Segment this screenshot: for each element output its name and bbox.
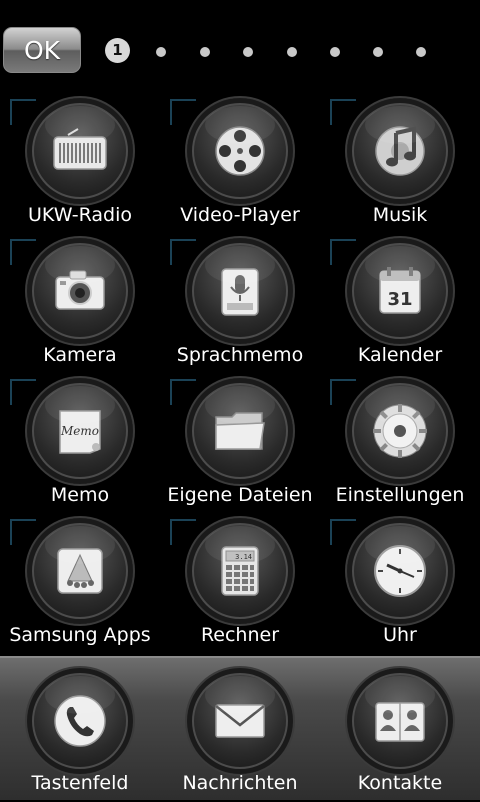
selection-bracket [330, 99, 356, 125]
radio-icon [27, 98, 133, 204]
app-label: Video-Player [180, 204, 300, 226]
app-label: Einstellungen [335, 484, 465, 506]
selection-bracket [10, 519, 36, 545]
app-label: Samsung Apps [9, 624, 151, 646]
page-dot[interactable] [373, 47, 383, 57]
calendar-day-text: 31 [387, 289, 412, 310]
dock-label: Nachrichten [182, 772, 298, 794]
selection-bracket [170, 519, 196, 545]
gear-icon [347, 378, 453, 484]
selection-bracket [330, 519, 356, 545]
phone-icon [27, 668, 133, 774]
dock-label: Tastenfeld [31, 772, 129, 794]
app-label: Uhr [383, 624, 417, 646]
app-uhr[interactable]: Uhr [320, 512, 480, 652]
app-rechner[interactable]: 3.14 Rechner [160, 512, 320, 652]
page-dot[interactable] [287, 47, 297, 57]
app-label: Memo [50, 484, 110, 506]
app-einstellungen[interactable]: Einstellungen [320, 372, 480, 512]
selection-bracket [330, 379, 356, 405]
calendar-icon: 31 [347, 238, 453, 344]
app-ukw-radio[interactable]: UKW-Radio [0, 92, 160, 232]
app-eigene-dateien[interactable]: Eigene Dateien [160, 372, 320, 512]
app-samsung-apps[interactable]: Samsung Apps [0, 512, 160, 652]
app-label: Kamera [43, 344, 117, 366]
page-dot[interactable] [200, 47, 210, 57]
dock-nachrichten[interactable]: Nachrichten [160, 662, 320, 802]
apps-store-icon [27, 518, 133, 624]
music-note-icon [347, 98, 453, 204]
envelope-icon [187, 668, 293, 774]
contacts-book-icon [347, 668, 453, 774]
app-video-player[interactable]: Video-Player [160, 92, 320, 232]
page-dot[interactable] [156, 47, 166, 57]
selection-bracket [10, 379, 36, 405]
app-memo[interactable]: Memo Memo [0, 372, 160, 512]
page-dot-current[interactable]: 1 [105, 38, 130, 63]
app-grid: UKW-Radio Video-Player Musik Kamera Spra… [0, 92, 480, 652]
page-dot[interactable] [416, 47, 426, 57]
app-musik[interactable]: Musik [320, 92, 480, 232]
dock-tastenfeld[interactable]: Tastenfeld [0, 662, 160, 802]
page-dot[interactable] [330, 47, 340, 57]
app-kamera[interactable]: Kamera [0, 232, 160, 372]
app-kalender[interactable]: 31 Kalender [320, 232, 480, 372]
app-label: Kalender [357, 344, 443, 366]
clock-icon [347, 518, 453, 624]
selection-bracket [170, 379, 196, 405]
selection-bracket [170, 239, 196, 265]
film-reel-icon [187, 98, 293, 204]
ok-button[interactable]: OK [3, 27, 81, 73]
dock-bar: Tastenfeld Nachrichten Kontakte [0, 656, 480, 800]
calculator-icon: 3.14 [187, 518, 293, 624]
selection-bracket [170, 99, 196, 125]
app-label: Sprachmemo [176, 344, 304, 366]
page-indicator: 1 [100, 38, 440, 64]
memo-note-icon: Memo [27, 378, 133, 484]
selection-bracket [10, 99, 36, 125]
app-label: UKW-Radio [28, 204, 132, 226]
dock-label: Kontakte [357, 772, 443, 794]
camera-icon [27, 238, 133, 344]
app-label: Musik [372, 204, 428, 226]
microphone-icon [187, 238, 293, 344]
app-label: Eigene Dateien [167, 484, 313, 506]
memo-icon-text: Memo [60, 424, 99, 438]
app-sprachmemo[interactable]: Sprachmemo [160, 232, 320, 372]
app-label: Rechner [200, 624, 280, 646]
folder-icon [187, 378, 293, 484]
top-bar: OK 1 [0, 0, 480, 90]
calculator-display-text: 3.14 [235, 553, 252, 561]
selection-bracket [330, 239, 356, 265]
dock-kontakte[interactable]: Kontakte [320, 662, 480, 802]
selection-bracket [10, 239, 36, 265]
page-dot[interactable] [243, 47, 253, 57]
